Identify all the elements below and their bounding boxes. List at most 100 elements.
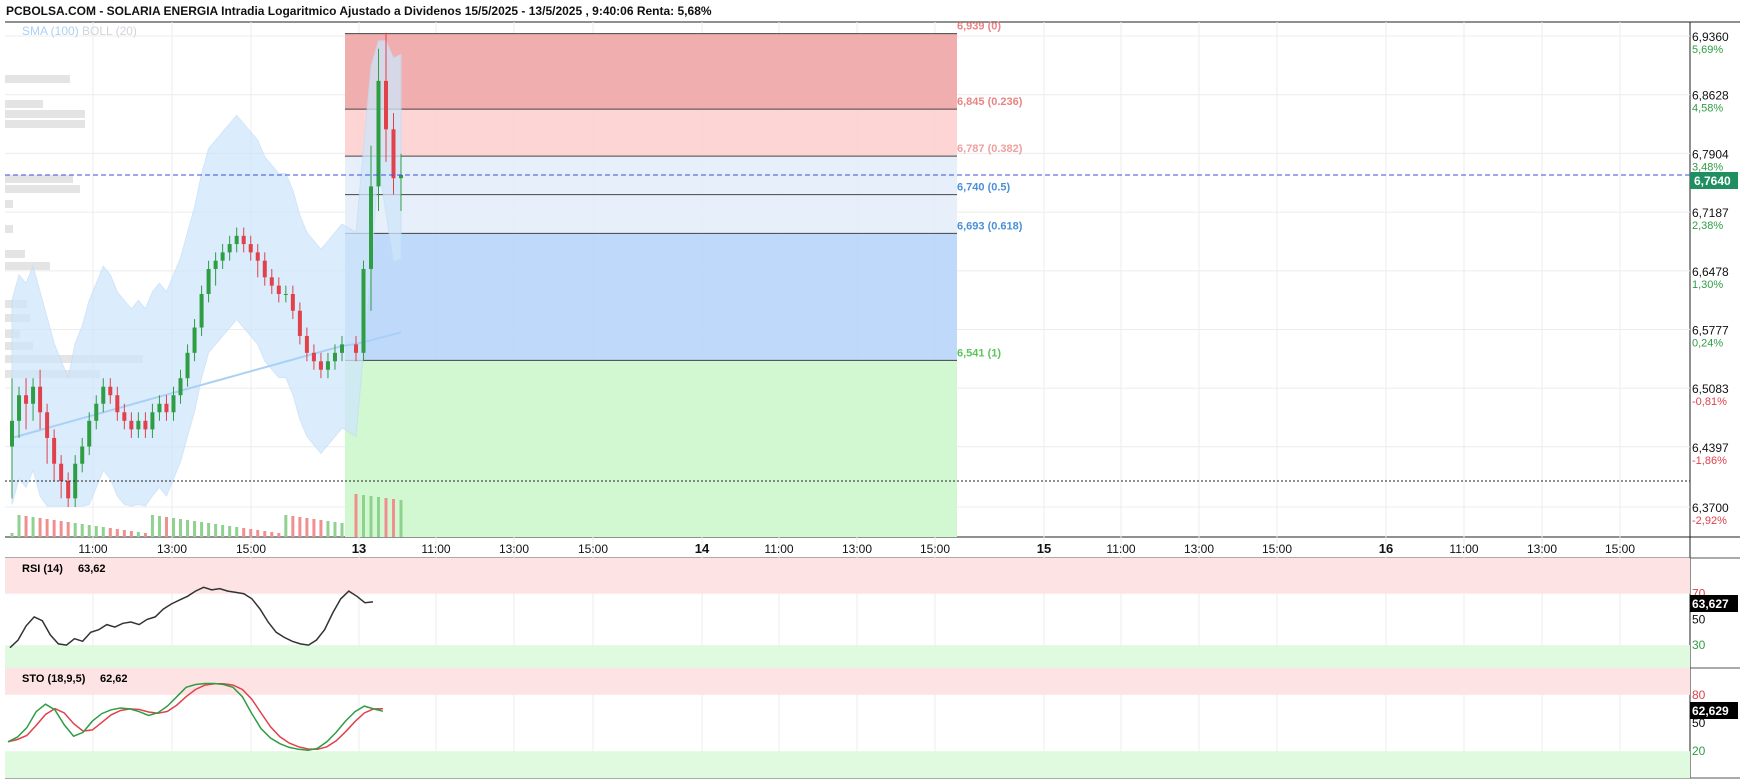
volume-bar: [384, 498, 388, 537]
y-tick-pct: 3,48%: [1692, 161, 1723, 173]
fib-zone-below: [345, 360, 957, 537]
volume-bar: [228, 526, 232, 537]
fib-label: 6,939 (0): [957, 21, 1001, 33]
fib-zone: [345, 109, 957, 157]
fib-label: 6,693 (0.618): [957, 220, 1023, 232]
x-tick-label: 11:00: [764, 542, 793, 556]
volume-profile-bar: [5, 110, 85, 118]
candle-body: [213, 260, 218, 269]
candle-body: [157, 403, 162, 413]
candle-body: [136, 420, 141, 430]
volume-bar: [392, 499, 395, 537]
volume-bar: [122, 530, 126, 537]
volume-bar: [108, 528, 112, 537]
volume-bar: [298, 517, 302, 537]
rsi-value-label: 63,62: [78, 563, 106, 575]
rsi-oversold-zone: [5, 645, 1690, 668]
volume-bar: [143, 533, 147, 537]
sto-oversold-zone: [5, 751, 1690, 778]
rsi-level-label: 30: [1692, 638, 1706, 652]
x-tick-label: 11:00: [1106, 542, 1135, 556]
volume-bar: [263, 531, 267, 537]
candle-body: [199, 294, 204, 328]
x-tick-label: 13: [352, 541, 366, 556]
rsi-line: [9, 586, 374, 649]
last-price-text: 6,7640: [1694, 174, 1731, 188]
volume-bar: [101, 527, 105, 537]
volume-bar: [235, 527, 239, 537]
volume-bar: [305, 518, 309, 537]
candle-body: [262, 260, 267, 278]
volume-profile-bar: [5, 200, 13, 208]
x-tick-label: 15:00: [1605, 542, 1635, 556]
candle-body: [340, 344, 344, 353]
y-tick-label: 6,5777: [1692, 323, 1729, 337]
candle-body: [52, 437, 57, 464]
candle-body: [24, 395, 29, 404]
volume-bar: [291, 516, 295, 537]
volume-bar: [369, 496, 373, 537]
x-tick-label: 16: [1379, 541, 1393, 556]
y-tick-pct: 0,24%: [1692, 337, 1723, 349]
volume-profile-bar: [5, 120, 85, 128]
volume-bar: [319, 520, 323, 537]
volume-bar: [207, 523, 211, 537]
candle-body: [150, 412, 155, 430]
volume-bar: [59, 521, 63, 537]
x-tick-label: 13:00: [842, 542, 872, 556]
fib-zone: [345, 33, 957, 110]
volume-bar: [186, 520, 190, 537]
y-tick-label: 6,8628: [1692, 89, 1729, 103]
y-tick-pct: 1,30%: [1692, 279, 1723, 291]
x-tick-label: 15: [1037, 541, 1051, 556]
volume-bar: [157, 516, 161, 537]
volume-bar: [38, 518, 42, 537]
candle-body: [369, 186, 373, 269]
candle-body: [354, 344, 358, 353]
chart-area[interactable]: 6,939 (0) 6,845 (0.236) 6,787 (0.382) 6,740…: [0, 0, 1749, 782]
x-tick-label: 15:00: [1262, 542, 1292, 556]
y-tick-pct: 2,38%: [1692, 220, 1723, 232]
volume-bar: [150, 515, 154, 537]
x-tick-label: 14: [695, 541, 710, 556]
candle-body: [87, 420, 92, 447]
candle-body: [45, 412, 50, 438]
candle-body: [17, 395, 22, 421]
volume-bar: [221, 525, 225, 537]
volume-bar: [377, 497, 380, 537]
x-tick-label: 13:00: [499, 542, 529, 556]
volume-bar: [399, 500, 403, 537]
sto-overbought-zone: [5, 668, 1690, 695]
candle-body: [227, 244, 232, 253]
volume-bar: [340, 523, 344, 537]
volume-bar: [94, 526, 98, 537]
y-tick-label: 6,7187: [1692, 206, 1729, 220]
volume-bar: [129, 531, 133, 537]
candle-body: [255, 252, 260, 261]
volume-bar: [136, 532, 140, 537]
x-tick-label: 11:00: [421, 542, 450, 556]
y-tick-label: 6,6478: [1692, 265, 1729, 279]
volume-profile-bar: [5, 225, 13, 233]
fib-layer: 6,939 (0) 6,845 (0.236) 6,787 (0.382) 6,740…: [345, 21, 1023, 537]
volume-bar: [17, 515, 21, 537]
candle-body: [164, 403, 169, 413]
candle-body: [185, 352, 190, 379]
candle-body: [234, 235, 239, 245]
candle-body: [361, 268, 366, 353]
volume-bar: [214, 524, 218, 537]
y-tick-pct: -1,86%: [1692, 455, 1727, 467]
volume-bar: [179, 519, 183, 537]
candle-body: [38, 386, 43, 413]
y-tick-pct: -0,81%: [1692, 396, 1727, 408]
volume-bar: [333, 522, 337, 537]
candle-body: [129, 420, 134, 430]
candle-body: [325, 361, 330, 370]
candle-body: [391, 129, 396, 179]
band-layer: [5, 40, 402, 507]
volume-profile-bar: [5, 100, 43, 108]
candle-body: [376, 80, 381, 187]
candle-body: [276, 285, 281, 295]
fib-zone: [345, 194, 957, 234]
candle-body: [178, 378, 183, 396]
